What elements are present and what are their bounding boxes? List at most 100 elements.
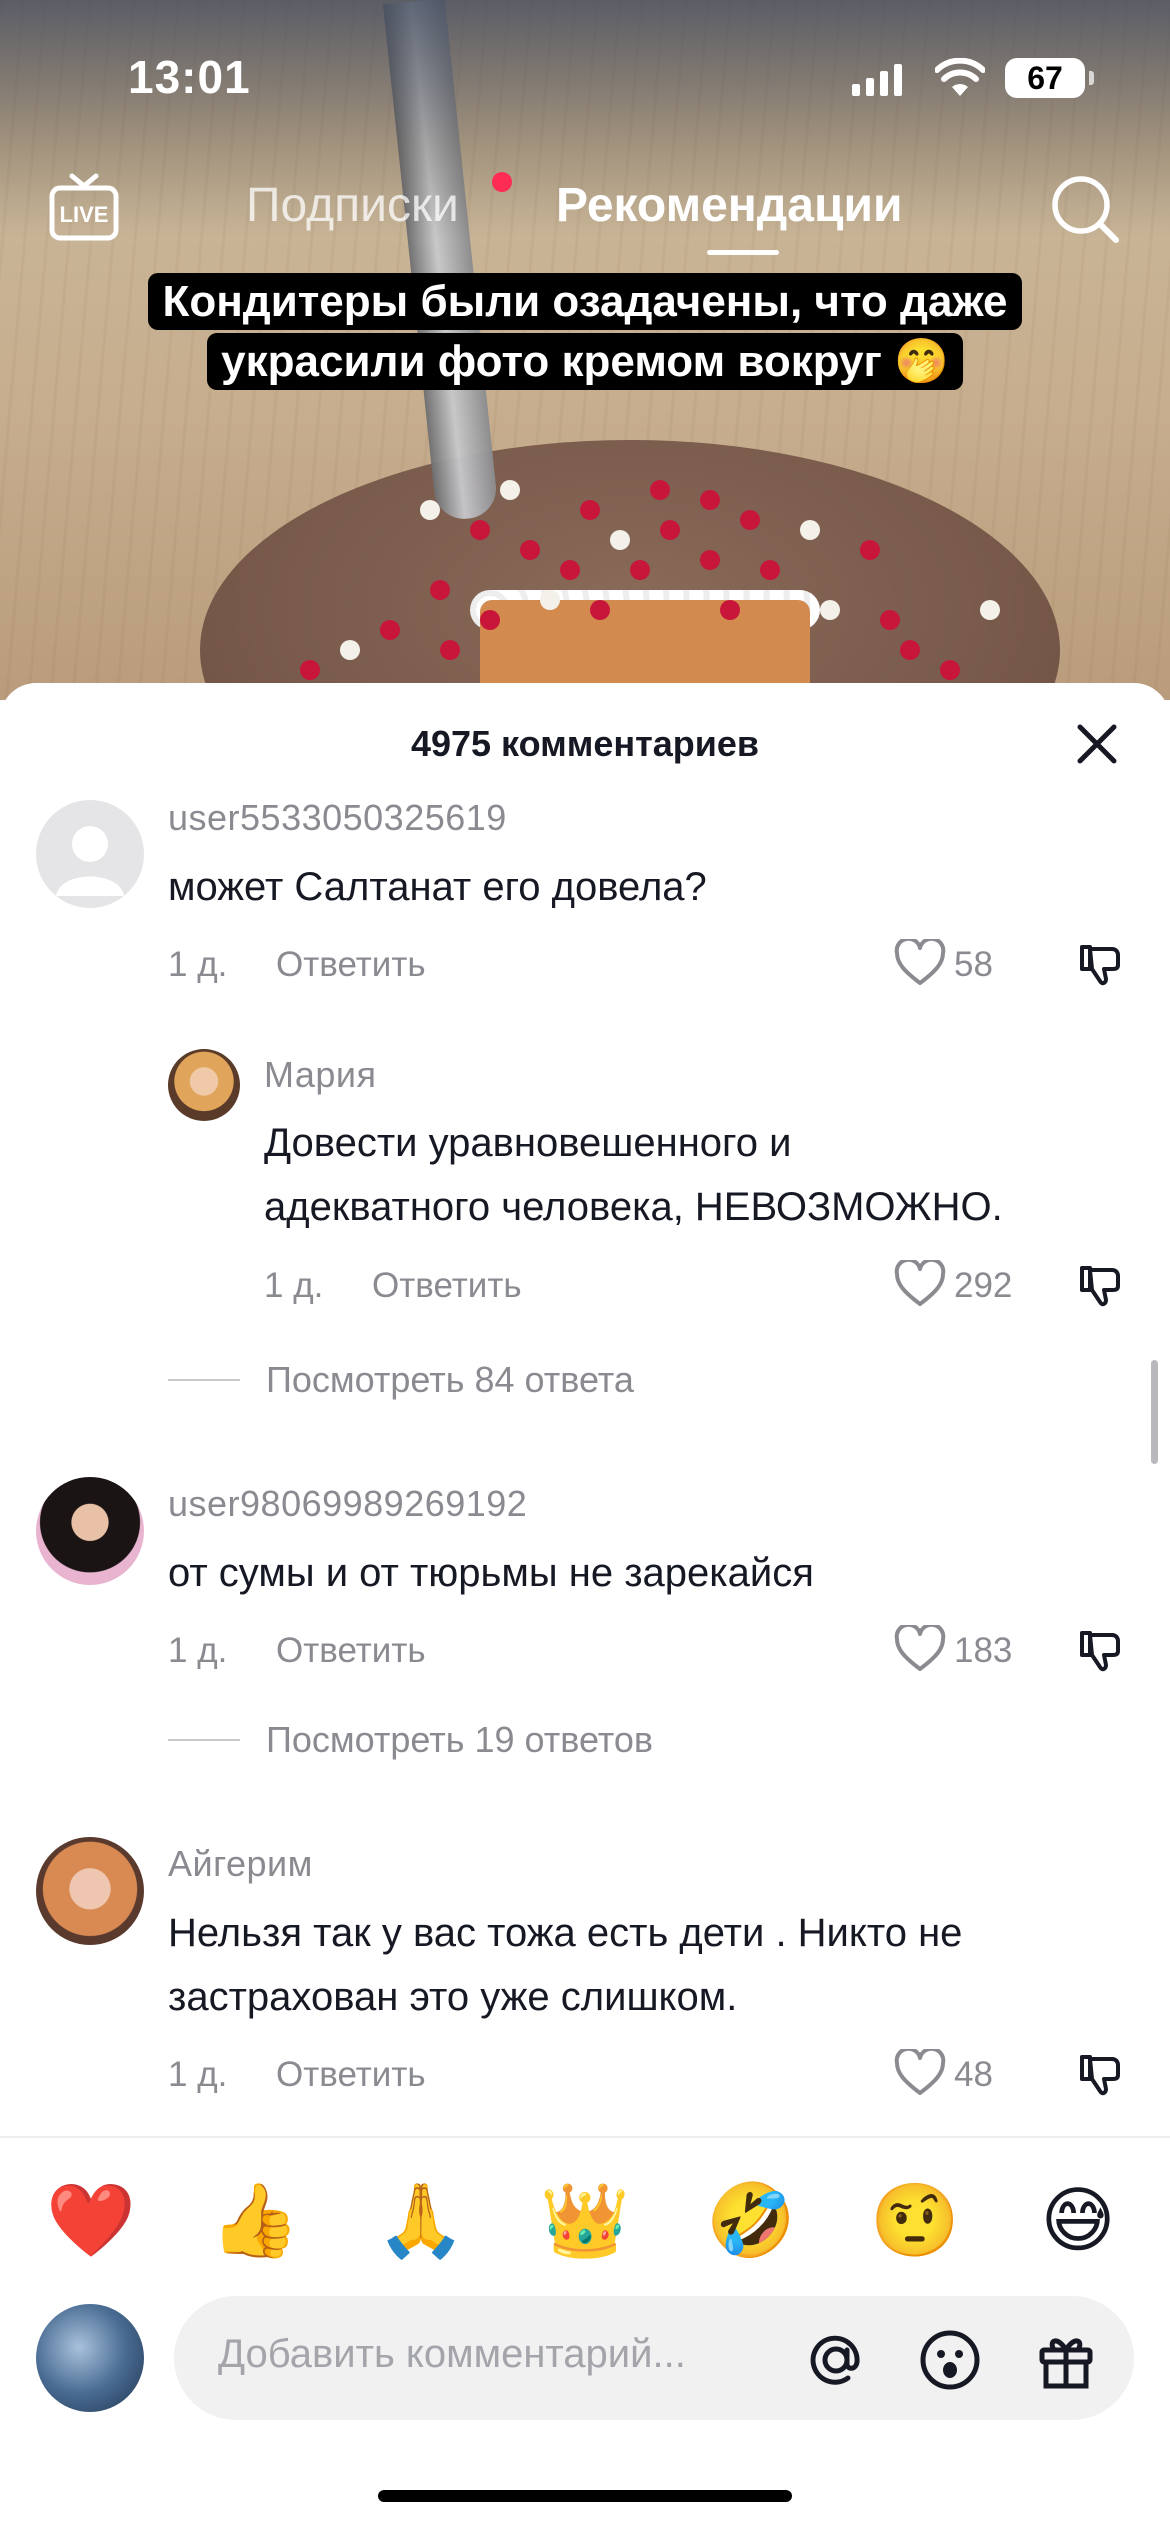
thumbs-down-icon[interactable]: [1076, 1262, 1124, 1310]
sprinkle: [720, 600, 740, 620]
emoji-quick-bar: ❤️ 👍 🙏 👑 🤣 🤨 😅: [0, 2136, 1170, 2296]
sprinkle: [340, 640, 360, 660]
sprinkle: [760, 560, 780, 580]
heart-icon[interactable]: [894, 1260, 946, 1308]
emoji-raised-eyebrow[interactable]: 🤨: [870, 2178, 960, 2262]
avatar[interactable]: [36, 1837, 144, 1945]
tab-following[interactable]: Подписки: [246, 178, 459, 233]
caption-line-1: Кондитеры были озадачены, что даже: [148, 273, 1022, 330]
emoji-thumbs-up[interactable]: 👍: [210, 2178, 300, 2262]
reply-button[interactable]: Ответить: [372, 1266, 522, 1306]
thumbs-down-icon[interactable]: [1076, 1627, 1124, 1675]
reply-button[interactable]: Ответить: [276, 1631, 426, 1671]
sprinkle: [580, 500, 600, 520]
comment-date: 1 д.: [168, 1631, 228, 1670]
sprinkle: [520, 540, 540, 560]
status-time: 13:01: [128, 51, 251, 103]
reply-username[interactable]: Мария: [264, 1054, 377, 1096]
comment-date: 1 д.: [168, 2055, 228, 2094]
sprinkle: [540, 590, 560, 610]
sprinkle: [380, 620, 400, 640]
comment-text[interactable]: может Салтанат его довела?: [168, 855, 1128, 919]
reply-text-line-2: адекватного человека, НЕВОЗМОЖНО.: [264, 1185, 1003, 1229]
reply-date: 1 д.: [264, 1266, 324, 1305]
avatar[interactable]: [168, 1049, 240, 1121]
emoji-crown[interactable]: 👑: [540, 2178, 630, 2262]
like-count: 58: [954, 945, 993, 984]
status-bar: 13:01 67: [0, 40, 1170, 120]
close-icon[interactable]: [1074, 721, 1120, 767]
sprinkle: [820, 600, 840, 620]
thumbs-down-icon[interactable]: [1076, 2051, 1124, 2099]
sprinkle: [650, 480, 670, 500]
default-avatar-icon: [56, 826, 124, 896]
comment-text-line-1: Нельзя так у вас тожа есть дети . Никто …: [168, 1911, 963, 1955]
comment-text[interactable]: Нельзя так у вас тожа есть дети . Никто …: [168, 1901, 1148, 2029]
view-replies-button[interactable]: Посмотреть 84 ответа: [168, 1359, 634, 1401]
replies-divider: [168, 1739, 240, 1741]
thumbs-down-icon[interactable]: [1076, 941, 1124, 989]
reply-button[interactable]: Ответить: [276, 2055, 426, 2095]
view-replies-label: Посмотреть 84 ответа: [266, 1359, 634, 1400]
notification-dot: [492, 172, 512, 192]
home-indicator[interactable]: [378, 2490, 792, 2502]
mention-icon[interactable]: [804, 2328, 868, 2392]
comment-text-line-2: застрахован это уже слишком.: [168, 1975, 738, 2019]
live-tv-icon[interactable]: LIVE: [48, 172, 120, 244]
heart-icon[interactable]: [894, 1625, 946, 1673]
reply-text[interactable]: Довести уравновешенного и адекватного че…: [264, 1111, 1144, 1239]
search-icon[interactable]: [1048, 172, 1122, 246]
heart-icon[interactable]: [894, 2049, 946, 2097]
sprinkle: [420, 500, 440, 520]
active-tab-indicator: [707, 250, 779, 255]
heart-icon[interactable]: [894, 939, 946, 987]
sprinkle: [700, 550, 720, 570]
caption-line-2: украсили фото кремом вокруг 🤭: [207, 333, 963, 390]
like-count: 292: [954, 1266, 1013, 1305]
sprinkle: [300, 660, 320, 680]
sprinkle: [480, 610, 500, 630]
comment-date: 1 д.: [168, 945, 228, 984]
sprinkle: [610, 530, 630, 550]
live-label: LIVE: [60, 202, 109, 227]
comment-username[interactable]: user98069989269192: [168, 1483, 527, 1525]
like-count: 183: [954, 1631, 1013, 1670]
like-count: 48: [954, 2055, 993, 2094]
view-replies-button[interactable]: Посмотреть 19 ответов: [168, 1719, 653, 1761]
scrollbar-thumb[interactable]: [1151, 1360, 1158, 1464]
battery-icon: 67: [1005, 58, 1094, 98]
emoji-sweat-smile[interactable]: 😅: [1036, 2178, 1120, 2262]
comment-input-row: Добавить комментарий...: [0, 2296, 1170, 2436]
sprinkle: [740, 510, 760, 530]
avatar[interactable]: [36, 1477, 144, 1585]
sprinkle: [800, 520, 820, 540]
sprinkle: [440, 640, 460, 660]
reply-text-line-1: Довести уравновешенного и: [264, 1121, 792, 1165]
sprinkle: [470, 520, 490, 540]
sprinkle: [980, 600, 1000, 620]
view-replies-label: Посмотреть 19 ответов: [266, 1719, 653, 1760]
tab-for-you[interactable]: Рекомендации: [556, 178, 902, 233]
emoji-rofl[interactable]: 🤣: [706, 2178, 796, 2262]
avatar[interactable]: [36, 800, 144, 908]
video-caption: Кондитеры были озадачены, что даже украс…: [84, 272, 1086, 392]
sprinkle: [880, 610, 900, 630]
emoji-heart[interactable]: ❤️: [46, 2178, 136, 2262]
comment-text[interactable]: от сумы и от тюрьмы не зарекайся: [168, 1541, 1128, 1605]
gift-icon[interactable]: [1034, 2328, 1098, 2392]
comment-input[interactable]: Добавить комментарий...: [174, 2296, 1134, 2420]
sprinkle: [660, 520, 680, 540]
comment-username[interactable]: user5533050325619: [168, 797, 507, 839]
sprinkle: [630, 560, 650, 580]
sprinkle: [560, 560, 580, 580]
my-avatar[interactable]: [36, 2304, 144, 2412]
emoji-icon[interactable]: [918, 2328, 982, 2392]
sprinkle: [940, 660, 960, 680]
comments-count-title: 4975 комментариев: [410, 723, 760, 764]
sprinkle: [500, 480, 520, 500]
emoji-pray[interactable]: 🙏: [376, 2178, 466, 2262]
reply-button[interactable]: Ответить: [276, 945, 426, 985]
sprinkle: [700, 490, 720, 510]
comment-username[interactable]: Айгерим: [168, 1843, 313, 1885]
replies-divider: [168, 1379, 240, 1381]
